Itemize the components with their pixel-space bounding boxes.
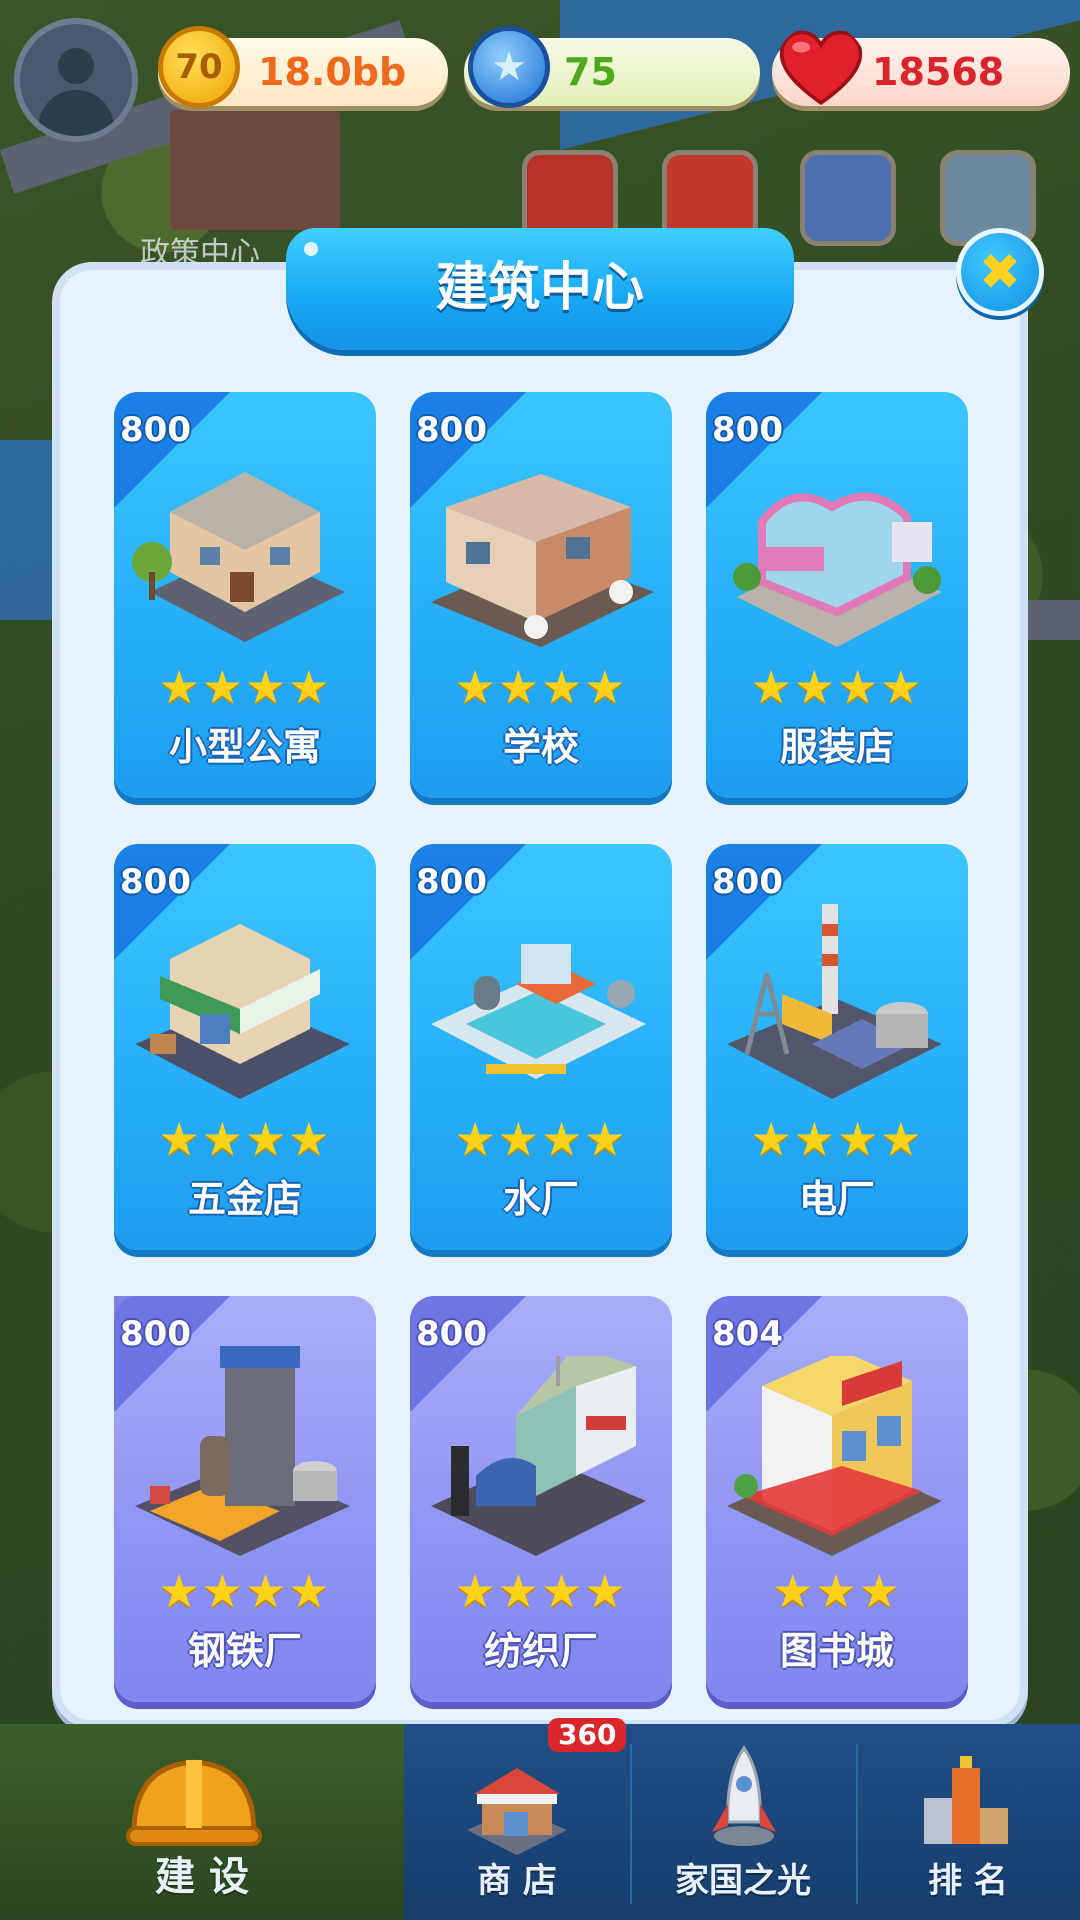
card-price: 800 (416, 862, 487, 902)
star-gem-icon: ★ (468, 26, 550, 108)
card-name: 电厂 (798, 1177, 875, 1221)
building-card-textile-mill[interactable]: 800 ★★★★ 纺织厂 (410, 1296, 672, 1702)
coin-value: 18.0bb (258, 50, 407, 94)
card-name: 图书城 (779, 1629, 894, 1673)
apartment-building-icon (132, 472, 345, 642)
star-rating: ★★★★ (454, 1112, 628, 1166)
panel-title: 建筑中心 (286, 228, 794, 350)
nav-build[interactable]: 建 设 (0, 1724, 404, 1920)
power-plant-icon (727, 904, 942, 1099)
building-card-water-plant[interactable]: 800 ★★★★ 水厂 (410, 844, 672, 1250)
rocket-icon (712, 1745, 776, 1846)
clothing-store-icon (733, 492, 942, 647)
drink-can-icon[interactable] (800, 150, 896, 246)
nav-build-label: 建 设 (155, 1854, 249, 1900)
hardware-store-icon (135, 924, 350, 1099)
nav-ranking-label: 排 名 (928, 1861, 1008, 1901)
shop-badge: 360 (548, 1718, 627, 1752)
star-rating: ★★★★ (750, 660, 924, 714)
policy-center-building[interactable] (170, 110, 340, 230)
building-card-school[interactable]: 800 ★★★★ 学校 (410, 392, 672, 798)
avatar-head (58, 48, 94, 84)
card-name: 钢铁厂 (187, 1629, 302, 1673)
building-card-clothing-store[interactable]: 800 ★★★★ 服装店 (706, 392, 968, 798)
textile-mill-icon (431, 1356, 646, 1556)
star-rating: ★★★★ (750, 1112, 924, 1166)
star-value: 75 (564, 50, 617, 94)
card-price: 800 (120, 410, 191, 450)
star-rating: ★★★★ (454, 660, 628, 714)
building-card-book-city[interactable]: 804 ★★★ 图书城 (706, 1296, 968, 1702)
star-rating: ★★★★ (158, 660, 332, 714)
card-name: 纺织厂 (483, 1629, 598, 1673)
card-name: 服装店 (779, 725, 894, 769)
card-name: 学校 (502, 725, 579, 769)
nav-ranking[interactable]: 排 名 (856, 1724, 1080, 1920)
coin-icon: 70 (158, 26, 240, 108)
nav-national-glory[interactable]: 家国之光 (630, 1724, 856, 1920)
star-rating: ★★★★ (158, 1564, 332, 1618)
ranking-podium-icon (924, 1756, 1008, 1844)
avatar-torso (38, 90, 114, 136)
water-plant-icon (431, 944, 646, 1079)
school-building-icon (431, 474, 654, 647)
book-city-icon (727, 1356, 942, 1556)
card-price: 800 (712, 862, 783, 902)
steel-mill-icon (135, 1346, 350, 1556)
card-price: 800 (416, 1314, 487, 1354)
nav-national-glory-label: 家国之光 (675, 1861, 811, 1901)
building-card-power-plant[interactable]: 800 ★★★★ 电厂 (706, 844, 968, 1250)
heart-value: 18568 (872, 50, 1005, 94)
bottom-nav: 建 设 商 店 家国之光 排 名 (0, 1724, 1080, 1920)
card-price: 800 (712, 410, 783, 450)
star-rating: ★★★★ (158, 1112, 332, 1166)
shop-icon (467, 1768, 567, 1855)
nav-shop-label: 商 店 (477, 1861, 557, 1901)
panel-title-text: 建筑中心 (435, 258, 644, 318)
building-card-steel-mill[interactable]: 800 ★★★★ 钢铁厂 (114, 1296, 376, 1702)
nav-shop[interactable]: 商 店 (404, 1724, 630, 1920)
avatar[interactable] (14, 18, 138, 142)
card-name: 水厂 (502, 1177, 579, 1221)
card-name: 小型公寓 (168, 725, 321, 769)
hard-hat-icon (126, 1759, 262, 1846)
building-card-small-apartment[interactable]: 800 ★★★★ 小型公寓 (114, 392, 376, 798)
star-rating: ★★★ (772, 1564, 902, 1618)
star-rating: ★★★★ (454, 1564, 628, 1618)
card-price: 800 (120, 862, 191, 902)
heart-icon (779, 30, 863, 106)
building-card-hardware-store[interactable]: 800 ★★★★ 五金店 (114, 844, 376, 1250)
close-icon: ✖ (979, 243, 1021, 301)
card-price: 804 (712, 1314, 783, 1354)
title-shine (304, 242, 318, 256)
card-name: 五金店 (187, 1177, 302, 1221)
card-price: 800 (416, 410, 487, 450)
close-button[interactable]: ✖ (956, 228, 1044, 316)
